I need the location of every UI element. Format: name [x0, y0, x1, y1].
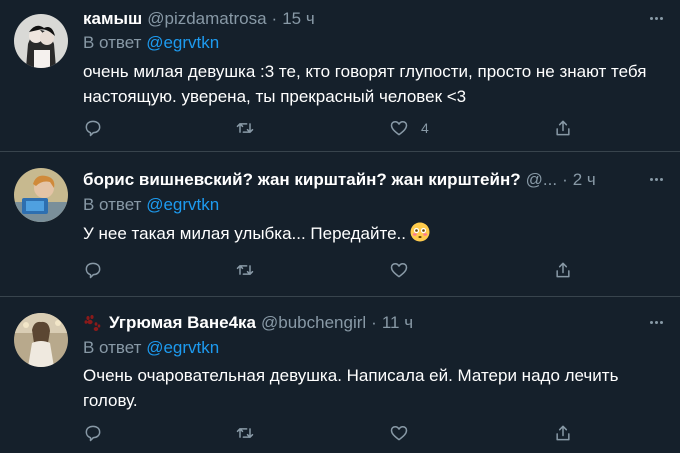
retweet-button[interactable] [235, 259, 255, 281]
tweet-actions [83, 259, 593, 281]
reply-context: В ответ @egrvtkn [83, 195, 219, 215]
avatar[interactable] [14, 313, 68, 367]
reply-prefix: В ответ [83, 33, 142, 52]
user-handle[interactable]: @bubchengirl [261, 313, 366, 333]
reply-icon [85, 120, 101, 137]
reply-icon [85, 262, 101, 279]
tweet-text: очень милая девушка :3 те, кто говорят г… [83, 62, 647, 106]
paw-prints-icon [84, 315, 101, 331]
timestamp[interactable]: 2 ч [573, 170, 596, 190]
reply-mention-link[interactable]: @egrvtkn [146, 195, 219, 214]
like-icon [390, 426, 408, 441]
user-name[interactable]: борис вишневский? жан кирштайн? жан кирш… [83, 170, 521, 190]
tweet-header: камыш @pizdamatrosa · 15 ч [83, 8, 640, 30]
like-icon [390, 263, 408, 278]
reply-icon [85, 425, 101, 442]
flushed-face-icon [410, 222, 430, 242]
more-icon[interactable] [646, 8, 666, 28]
retweet-button[interactable] [235, 117, 255, 139]
like-button[interactable]: 4 [389, 117, 429, 139]
tweet-text: У нее такая милая улыбка... Передайте.. [83, 224, 407, 243]
tweet-actions [83, 422, 593, 444]
user-handle[interactable]: @pizdamatrosa [147, 9, 266, 29]
separator-dot: · [371, 313, 377, 332]
user-handle[interactable]: @... [526, 170, 557, 190]
reply-button[interactable] [83, 117, 103, 139]
retweet-icon [236, 428, 254, 438]
like-button[interactable] [389, 422, 409, 444]
tweet-item[interactable]: Угрюмая Ване4ка @bubchengirl · 11 ч В от… [0, 297, 680, 453]
user-name[interactable]: Угрюмая Ване4ка [109, 313, 256, 333]
user-name[interactable]: камыш [83, 9, 142, 29]
reply-context: В ответ @egrvtkn [83, 33, 219, 53]
more-icon[interactable] [646, 312, 666, 332]
separator-dot: · [271, 9, 278, 28]
timestamp[interactable]: 11 ч [382, 313, 413, 333]
share-button[interactable] [553, 117, 573, 139]
retweet-icon [236, 265, 254, 275]
avatar[interactable] [14, 168, 68, 222]
tweet-header: борис вишневский? жан кирштайн? жан кирш… [83, 169, 640, 191]
retweet-button[interactable] [235, 422, 255, 444]
like-icon [390, 121, 408, 136]
share-icon [556, 425, 570, 441]
reply-prefix: В ответ [83, 195, 142, 214]
like-count: 4 [421, 120, 429, 136]
separator-dot: · [562, 170, 568, 189]
reply-prefix: В ответ [83, 338, 142, 357]
tweet-header: Угрюмая Ване4ка @bubchengirl · 11 ч [83, 312, 640, 334]
retweet-icon [236, 123, 254, 133]
tweet-text-container: У нее такая милая улыбка... Передайте.. [83, 221, 658, 246]
share-icon [556, 262, 570, 278]
reply-mention-link[interactable]: @egrvtkn [146, 338, 219, 357]
reply-mention-link[interactable]: @egrvtkn [146, 33, 219, 52]
tweet-item[interactable]: борис вишневский? жан кирштайн? жан кирш… [0, 152, 680, 297]
like-button[interactable] [389, 259, 409, 281]
tweet-item[interactable]: камыш @pizdamatrosa · 15 ч В ответ @egrv… [0, 0, 680, 152]
reply-button[interactable] [83, 259, 103, 281]
more-icon[interactable] [646, 169, 666, 189]
share-icon [556, 120, 570, 136]
share-button[interactable] [553, 422, 573, 444]
share-button[interactable] [553, 259, 573, 281]
reply-button[interactable] [83, 422, 103, 444]
reply-context: В ответ @egrvtkn [83, 338, 219, 358]
tweet-actions: 4 [83, 117, 593, 139]
avatar[interactable] [14, 14, 68, 68]
tweet-text: Очень очаровательная девушка. Написала е… [83, 366, 619, 410]
timestamp[interactable]: 15 ч [282, 9, 315, 29]
